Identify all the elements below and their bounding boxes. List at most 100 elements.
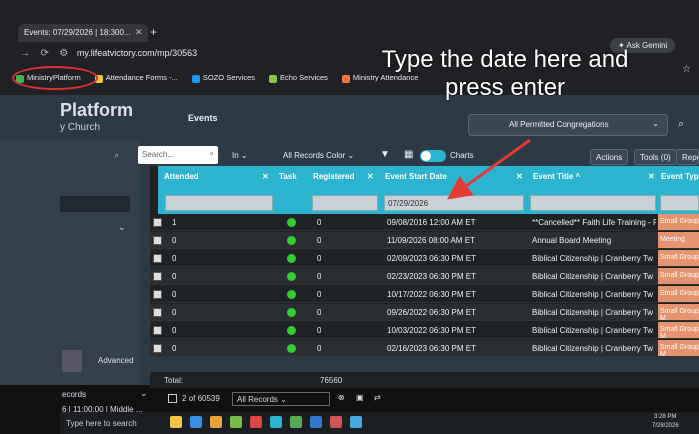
event-start-date-filter[interactable]: 07/29/2026 (384, 195, 524, 211)
cell-event-title[interactable]: Biblical Citizenship | Cranberry Tw (532, 326, 656, 335)
cell-event-start-date: 11/09/2026 08:00 AM ET (387, 236, 475, 245)
taskbar-app-icon[interactable] (330, 416, 342, 428)
row-checkbox[interactable] (153, 272, 162, 281)
new-tab-icon[interactable]: + (150, 25, 157, 39)
clear-filter-icon[interactable]: ✕ (367, 172, 374, 181)
row-checkbox[interactable] (153, 218, 162, 227)
swap-icon[interactable]: ⇄ (374, 393, 381, 402)
col-event-type[interactable]: Event Type (661, 172, 699, 181)
row-checkbox[interactable] (153, 308, 162, 317)
search-input[interactable]: Search... ⌕ (138, 146, 218, 164)
table-row[interactable]: 0 0 02/09/2023 06:30 PM ET Biblical Citizen… (150, 250, 699, 267)
cell-attended: 0 (172, 254, 177, 263)
cell-event-type: Small Group (658, 268, 699, 284)
save-icon[interactable]: ▣ (356, 393, 364, 402)
cell-attended: 0 (172, 326, 177, 335)
col-registered[interactable]: Registered (313, 172, 354, 181)
cell-event-start-date: 09/08/2016 12:00 AM ET (387, 218, 476, 227)
taskbar-app-icon[interactable] (210, 416, 222, 428)
table-row[interactable]: 1 0 09/08/2016 12:00 AM ET **Cancelled** Fa… (150, 214, 699, 231)
filter-icon[interactable]: ▼ (380, 149, 390, 160)
col-event-start-date[interactable]: Event Start Date (385, 172, 447, 181)
actions-button[interactable]: Actions (590, 149, 629, 165)
tab-close-icon[interactable]: ✕ (135, 27, 143, 38)
cell-event-type: Small Group (658, 214, 699, 230)
sidebar (0, 140, 140, 385)
browser-tab[interactable]: Events: 07/29/2026 | 18:300... (18, 24, 148, 42)
row-checkbox[interactable] (153, 254, 162, 263)
sidebar-chevron-icon[interactable]: ⌄ (140, 388, 148, 399)
bookmark-sozo-services[interactable]: SOZO Services (191, 73, 255, 83)
sidebar-chevron-icon[interactable]: ⌄ (118, 222, 126, 233)
table-row[interactable]: 0 0 09/26/2022 06:30 PM ET Biblical Citizen… (150, 304, 699, 322)
taskbar-app-icon[interactable] (230, 416, 242, 428)
cell-attended: 0 (172, 308, 177, 317)
tools-button[interactable]: Tools (0) (634, 149, 677, 165)
taskbar-search[interactable]: Type here to search (66, 419, 137, 428)
event-title-filter[interactable] (530, 195, 656, 211)
registered-filter[interactable] (312, 195, 378, 211)
task-status-icon (287, 290, 296, 299)
congregation-select[interactable]: All Permitted Congregations ⌄ (468, 114, 668, 136)
brand-title: Platform (60, 100, 134, 120)
sidebar-search-icon[interactable]: ⌕ (114, 150, 119, 161)
cell-attended: 0 (172, 272, 177, 281)
col-event-title[interactable]: Event Title ^ (533, 172, 580, 181)
in-select[interactable]: In ⌄ (232, 151, 248, 160)
bookmark-star-icon[interactable]: ☆ (682, 64, 691, 75)
global-search-icon[interactable]: ⌕ (678, 118, 684, 131)
table-row[interactable]: 0 0 11/09/2026 08:00 AM ET Annual Board Mee… (150, 232, 699, 249)
table-row[interactable]: 0 0 10/17/2022 06:30 PM ET Biblical Citizen… (150, 286, 699, 303)
charts-toggle[interactable] (420, 150, 446, 162)
row-checkbox[interactable] (153, 236, 162, 245)
cell-event-title[interactable]: Biblical Citizenship | Cranberry Tw (532, 272, 656, 281)
taskbar-app-icon[interactable] (250, 416, 262, 428)
reload-icon[interactable]: ⟳ (41, 48, 49, 59)
cell-event-type: Small Group M (658, 322, 699, 340)
bookmark-attendance-forms[interactable]: Attendance Forms -... (94, 73, 178, 83)
site-settings-icon[interactable]: ⚙ (59, 48, 68, 59)
cell-event-title[interactable]: Biblical Citizenship | Cranberry Tw (532, 308, 656, 317)
clear-filter-icon[interactable]: ✕ (648, 172, 655, 181)
clock-date[interactable]: 7/28/2026 (652, 423, 679, 429)
row-checkbox[interactable] (153, 344, 162, 353)
attended-filter[interactable] (165, 195, 273, 211)
cell-event-title[interactable]: Annual Board Meeting (532, 236, 656, 245)
table-row[interactable]: 0 0 10/03/2022 06:30 PM ET Biblical Citizen… (150, 322, 699, 340)
clear-filter-icon[interactable]: ✕ (516, 172, 523, 181)
taskbar-app-icon[interactable] (190, 416, 202, 428)
task-status-icon (287, 254, 296, 263)
table-row[interactable]: 0 0 02/23/2023 06:30 PM ET Biblical Citizen… (150, 268, 699, 285)
pager-checkbox[interactable] (168, 394, 177, 403)
cell-event-title[interactable]: Biblical Citizenship | Cranberry Tw (532, 344, 656, 353)
taskbar-app-icon[interactable] (310, 416, 322, 428)
event-type-filter[interactable] (660, 195, 699, 211)
records-color-select[interactable]: All Records Color ⌄ (283, 151, 354, 160)
url-text: my.lifeatvictory.com/mp/30563 (76, 48, 198, 58)
records-select[interactable]: All Records ⌄ (232, 392, 330, 406)
row-checkbox[interactable] (153, 290, 162, 299)
bookmark-echo-services[interactable]: Echo Services (268, 73, 328, 83)
clear-icon[interactable]: ⊗ (338, 393, 345, 402)
cell-event-title[interactable]: Biblical Citizenship | Cranberry Tw (532, 254, 656, 263)
taskbar-app-icon[interactable] (170, 416, 182, 428)
sidebar-thumbnail (62, 350, 82, 372)
row-checkbox[interactable] (153, 326, 162, 335)
task-status-icon (287, 344, 296, 353)
back-icon[interactable]: → (20, 48, 30, 59)
grid-view-icon[interactable]: ▦ (404, 149, 413, 160)
clock-time[interactable]: 3:28 PM (654, 414, 676, 420)
clear-filter-icon[interactable]: ✕ (262, 172, 269, 181)
table-row[interactable]: 0 0 02/16/2023 06:30 PM ET Biblical Citizen… (150, 340, 699, 358)
sidebar-selected-item[interactable] (60, 196, 130, 212)
sidebar-advanced-link[interactable]: Advanced (98, 356, 134, 365)
cell-event-title[interactable]: **Cancelled** Faith Life Training - F (532, 218, 656, 227)
taskbar-app-icon[interactable] (270, 416, 282, 428)
cell-event-title[interactable]: Biblical Citizenship | Cranberry Tw (532, 290, 656, 299)
col-task[interactable]: Task (279, 172, 297, 181)
taskbar-app-icon[interactable] (290, 416, 302, 428)
cell-attended: 0 (172, 290, 177, 299)
col-attended[interactable]: Attended (164, 172, 199, 181)
reports-button[interactable]: Repo (676, 149, 699, 165)
taskbar-app-icon[interactable] (350, 416, 362, 428)
